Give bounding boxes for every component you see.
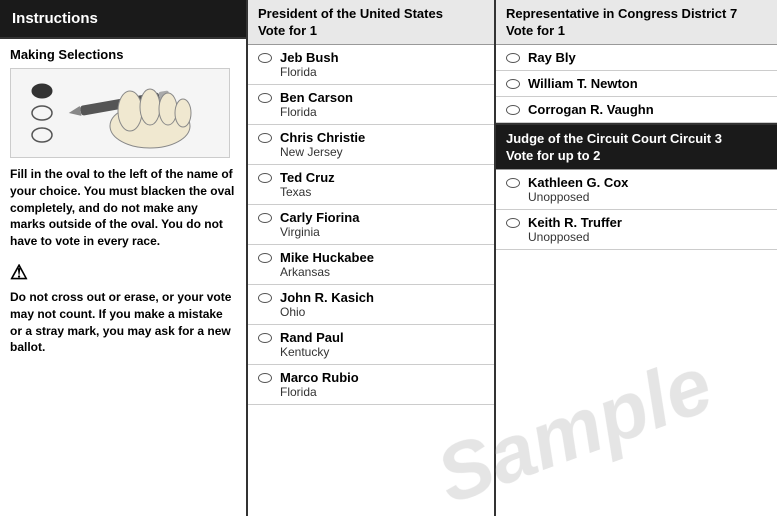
- table-row[interactable]: Corrogan R. Vaughn: [496, 97, 777, 123]
- candidate-name: Corrogan R. Vaughn: [528, 102, 654, 117]
- candidate-state: Unopposed: [528, 190, 628, 204]
- table-row[interactable]: Jeb Bush Florida: [248, 45, 494, 85]
- table-row[interactable]: Ted Cruz Texas: [248, 165, 494, 205]
- ballot-oval[interactable]: [258, 293, 272, 303]
- congress-title: Representative in Congress District 7: [506, 6, 767, 23]
- candidate-name: Chris Christie: [280, 130, 365, 145]
- candidate-info: Mike Huckabee Arkansas: [280, 250, 374, 279]
- ballot-oval[interactable]: [506, 79, 520, 89]
- candidate-state: Kentucky: [280, 345, 344, 359]
- candidate-info: Ben Carson Florida: [280, 90, 353, 119]
- table-row[interactable]: Kathleen G. Cox Unopposed: [496, 170, 777, 210]
- instructions-title: Instructions: [12, 10, 98, 27]
- ballot-oval[interactable]: [258, 333, 272, 343]
- candidate-info: Keith R. Truffer Unopposed: [528, 215, 622, 244]
- table-row[interactable]: William T. Newton: [496, 71, 777, 97]
- congress-candidates-list: Ray Bly William T. Newton Corrogan R. Va…: [496, 45, 777, 123]
- candidate-name: Marco Rubio: [280, 370, 359, 385]
- president-header: President of the United States Vote for …: [248, 0, 494, 45]
- table-row[interactable]: Chris Christie New Jersey: [248, 125, 494, 165]
- candidate-name: Ben Carson: [280, 90, 353, 105]
- candidate-name: Ray Bly: [528, 50, 576, 65]
- ballot-oval[interactable]: [258, 373, 272, 383]
- circuit-header: Judge of the Circuit Court Circuit 3 Vot…: [496, 125, 777, 170]
- table-row[interactable]: Ben Carson Florida: [248, 85, 494, 125]
- candidate-info: Ray Bly: [528, 50, 576, 65]
- table-row[interactable]: John R. Kasich Ohio: [248, 285, 494, 325]
- candidate-name: Jeb Bush: [280, 50, 339, 65]
- ballot-oval[interactable]: [506, 53, 520, 63]
- candidate-name: William T. Newton: [528, 76, 638, 91]
- candidate-info: Marco Rubio Florida: [280, 370, 359, 399]
- illustration-svg: [20, 71, 220, 156]
- table-row[interactable]: Mike Huckabee Arkansas: [248, 245, 494, 285]
- making-selections-label: Making Selections: [10, 47, 236, 62]
- candidate-name: Rand Paul: [280, 330, 344, 345]
- table-row[interactable]: Ray Bly: [496, 45, 777, 71]
- candidate-info: Carly Fiorina Virginia: [280, 210, 359, 239]
- right-panel: Representative in Congress District 7 Vo…: [496, 0, 777, 516]
- ballot-oval[interactable]: [258, 93, 272, 103]
- candidate-state: Arkansas: [280, 265, 374, 279]
- president-candidates-list: Jeb Bush Florida Ben Carson Florida Chri…: [248, 45, 494, 405]
- candidate-info: Chris Christie New Jersey: [280, 130, 365, 159]
- candidate-state: Florida: [280, 65, 339, 79]
- president-panel: President of the United States Vote for …: [248, 0, 496, 516]
- ballot-oval[interactable]: [506, 105, 520, 115]
- table-row[interactable]: Marco Rubio Florida: [248, 365, 494, 405]
- candidate-name: Kathleen G. Cox: [528, 175, 628, 190]
- congress-header: Representative in Congress District 7 Vo…: [496, 0, 777, 45]
- congress-vote-for: Vote for 1: [506, 23, 767, 38]
- table-row[interactable]: Carly Fiorina Virginia: [248, 205, 494, 245]
- candidate-name: Keith R. Truffer: [528, 215, 622, 230]
- candidate-info: Rand Paul Kentucky: [280, 330, 344, 359]
- candidate-info: Jeb Bush Florida: [280, 50, 339, 79]
- circuit-vote-for: Vote for up to 2: [506, 148, 767, 163]
- congress-section: Representative in Congress District 7 Vo…: [496, 0, 777, 125]
- warning-section: ⚠ Do not cross out or erase, or your vot…: [10, 260, 236, 356]
- candidate-state: Virginia: [280, 225, 359, 239]
- ballot-oval[interactable]: [506, 178, 520, 188]
- candidate-state: Texas: [280, 185, 335, 199]
- circuit-court-section: Judge of the Circuit Court Circuit 3 Vot…: [496, 125, 777, 516]
- ballot-oval[interactable]: [258, 133, 272, 143]
- ballot-oval[interactable]: [258, 53, 272, 63]
- candidate-state: New Jersey: [280, 145, 365, 159]
- candidate-info: Kathleen G. Cox Unopposed: [528, 175, 628, 204]
- table-row[interactable]: Keith R. Truffer Unopposed: [496, 210, 777, 250]
- table-row[interactable]: Rand Paul Kentucky: [248, 325, 494, 365]
- candidate-state: Ohio: [280, 305, 374, 319]
- instructions-header: Instructions: [0, 0, 246, 39]
- candidate-name: Mike Huckabee: [280, 250, 374, 265]
- instructions-panel: Instructions Making Selections: [0, 0, 248, 516]
- warning-icon: ⚠: [10, 260, 236, 285]
- candidate-info: John R. Kasich Ohio: [280, 290, 374, 319]
- candidate-name: John R. Kasich: [280, 290, 374, 305]
- fill-in-instruction: Fill in the oval to the left of the name…: [10, 166, 236, 250]
- president-title: President of the United States: [258, 6, 484, 23]
- ballot-oval[interactable]: [258, 253, 272, 263]
- circuit-title: Judge of the Circuit Court Circuit 3: [506, 131, 767, 148]
- candidate-state: Unopposed: [528, 230, 622, 244]
- ballot-oval[interactable]: [258, 173, 272, 183]
- candidate-name: Ted Cruz: [280, 170, 335, 185]
- candidate-state: Florida: [280, 105, 353, 119]
- president-vote-for: Vote for 1: [258, 23, 484, 38]
- circuit-candidates-list: Kathleen G. Cox Unopposed Keith R. Truff…: [496, 170, 777, 250]
- warning-text: Do not cross out or erase, or your vote …: [10, 289, 236, 356]
- candidate-info: Corrogan R. Vaughn: [528, 102, 654, 117]
- instructions-body: Making Selections F: [0, 39, 246, 516]
- ballot-oval[interactable]: [258, 213, 272, 223]
- candidate-info: Ted Cruz Texas: [280, 170, 335, 199]
- candidate-name: Carly Fiorina: [280, 210, 359, 225]
- ballot-oval[interactable]: [506, 218, 520, 228]
- candidate-info: William T. Newton: [528, 76, 638, 91]
- ballot-illustration: [10, 68, 230, 158]
- candidate-state: Florida: [280, 385, 359, 399]
